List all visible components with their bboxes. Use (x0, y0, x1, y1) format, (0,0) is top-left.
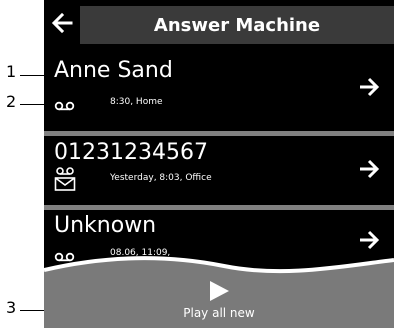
play-all-label: Play all new (183, 306, 255, 320)
message-row-1[interactable]: Anne Sand 8:30, Home (44, 56, 394, 122)
callout-3: 3 (6, 298, 17, 317)
open-arrow-icon[interactable] (358, 158, 380, 180)
back-arrow-icon (51, 12, 73, 34)
play-icon (210, 281, 229, 301)
caller-name: Unknown (54, 213, 157, 238)
play-all-new-button[interactable]: Play all new (174, 280, 264, 328)
back-button[interactable] (44, 0, 80, 46)
divider (44, 131, 394, 136)
new-message-icon (54, 167, 76, 191)
header: Answer Machine (44, 0, 394, 46)
divider (44, 205, 394, 210)
message-details: Yesterday, 8:03, Office (110, 173, 212, 183)
answer-machine-screen: Answer Machine Anne Sand 8:30, Home 0123… (44, 0, 394, 328)
voicemail-icon (54, 101, 75, 111)
callout-2: 2 (6, 92, 17, 111)
callout-1: 1 (6, 62, 17, 81)
caller-name: Anne Sand (54, 58, 173, 83)
page-title: Answer Machine (80, 6, 394, 44)
message-row-2[interactable]: 01231234567 Yesterday, 8:03, Office (44, 138, 394, 204)
caller-number: 01231234567 (54, 140, 208, 165)
open-arrow-icon[interactable] (358, 76, 380, 98)
message-details: 8:30, Home (110, 97, 163, 107)
